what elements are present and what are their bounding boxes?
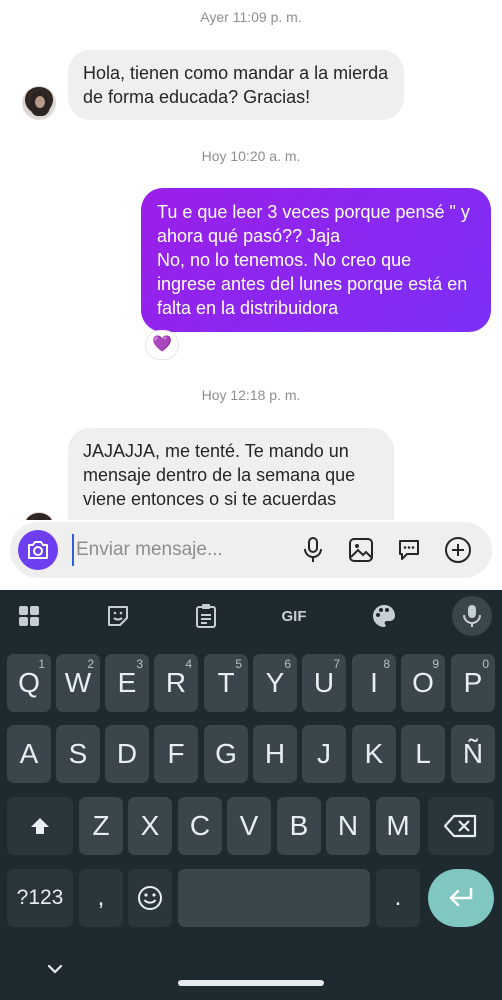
comma-key[interactable]: , [79, 869, 123, 927]
backspace-icon [444, 814, 477, 838]
palette-icon[interactable] [368, 600, 400, 632]
key-b[interactable]: B [277, 797, 321, 855]
add-icon[interactable] [443, 535, 473, 565]
message-input[interactable] [72, 534, 282, 566]
avatar[interactable] [22, 512, 56, 520]
key-g[interactable]: G [204, 725, 248, 783]
message-composer [10, 522, 492, 578]
key-u[interactable]: U7 [302, 654, 346, 712]
key-p[interactable]: P0 [451, 654, 495, 712]
gif-button[interactable]: GIF [276, 600, 312, 632]
keyboard: GIF Q1 W2 E3 R4 T5 Y6 U7 I8 O9 P0 A S D … [0, 590, 502, 1000]
key-t[interactable]: T5 [204, 654, 248, 712]
timestamp: Ayer 11:09 p. m. [200, 9, 302, 25]
chat-thread[interactable]: Ayer 11:09 p. m. Hola, tienen como manda… [0, 0, 502, 520]
hide-keyboard-icon[interactable] [44, 958, 66, 980]
key-d[interactable]: D [105, 725, 149, 783]
camera-icon[interactable] [18, 530, 58, 570]
backspace-key[interactable] [428, 797, 494, 855]
space-bar[interactable] [178, 869, 370, 927]
symbols-key[interactable]: ?123 [7, 869, 73, 927]
emoji-key[interactable] [128, 869, 172, 927]
key-s[interactable]: S [56, 725, 100, 783]
heart-reaction-icon[interactable]: 💜 [145, 330, 179, 360]
microphone-icon[interactable] [298, 535, 328, 565]
shift-key[interactable] [7, 797, 73, 855]
key-k[interactable]: K [352, 725, 396, 783]
key-w[interactable]: W2 [56, 654, 100, 712]
timestamp: Hoy 12:18 p. m. [201, 387, 301, 403]
enter-key[interactable] [428, 869, 494, 927]
apps-icon[interactable] [13, 600, 45, 632]
gallery-icon[interactable] [346, 535, 376, 565]
incoming-message[interactable]: Hola, tienen como mandar a la mierda de … [68, 50, 404, 120]
key-e[interactable]: E3 [105, 654, 149, 712]
key-r[interactable]: R4 [154, 654, 198, 712]
key-j[interactable]: J [302, 725, 346, 783]
key-c[interactable]: C [178, 797, 222, 855]
key-l[interactable]: L [401, 725, 445, 783]
shift-icon [31, 818, 49, 834]
key-i[interactable]: I8 [352, 654, 396, 712]
navigation-bar [0, 950, 502, 1000]
clipboard-icon[interactable] [190, 600, 222, 632]
key-f[interactable]: F [154, 725, 198, 783]
emoji-icon [138, 886, 162, 910]
key-n[interactable]: N [326, 797, 370, 855]
avatar[interactable] [22, 86, 56, 120]
key-h[interactable]: H [253, 725, 297, 783]
key-v[interactable]: V [227, 797, 271, 855]
key-x[interactable]: X [128, 797, 172, 855]
sticker-chat-icon[interactable] [394, 535, 424, 565]
mic-icon[interactable] [452, 596, 492, 636]
incoming-message[interactable]: JAJAJJA, me tenté. Te mando un mensaje d… [68, 428, 394, 520]
key-a[interactable]: A [7, 725, 51, 783]
key-n-tilde[interactable]: Ñ [451, 725, 495, 783]
key-q[interactable]: Q1 [7, 654, 51, 712]
enter-icon [449, 887, 473, 907]
key-o[interactable]: O9 [401, 654, 445, 712]
key-y[interactable]: Y6 [253, 654, 297, 712]
outgoing-message[interactable]: Tu e que leer 3 veces porque pensé " y a… [141, 188, 491, 332]
sticker-icon[interactable] [102, 600, 134, 632]
timestamp: Hoy 10:20 a. m. [201, 148, 301, 164]
home-gesture-bar[interactable] [178, 980, 324, 986]
key-z[interactable]: Z [79, 797, 123, 855]
keyboard-toolbar: GIF [0, 590, 502, 640]
period-key[interactable]: . [376, 869, 420, 927]
key-m[interactable]: M [376, 797, 420, 855]
